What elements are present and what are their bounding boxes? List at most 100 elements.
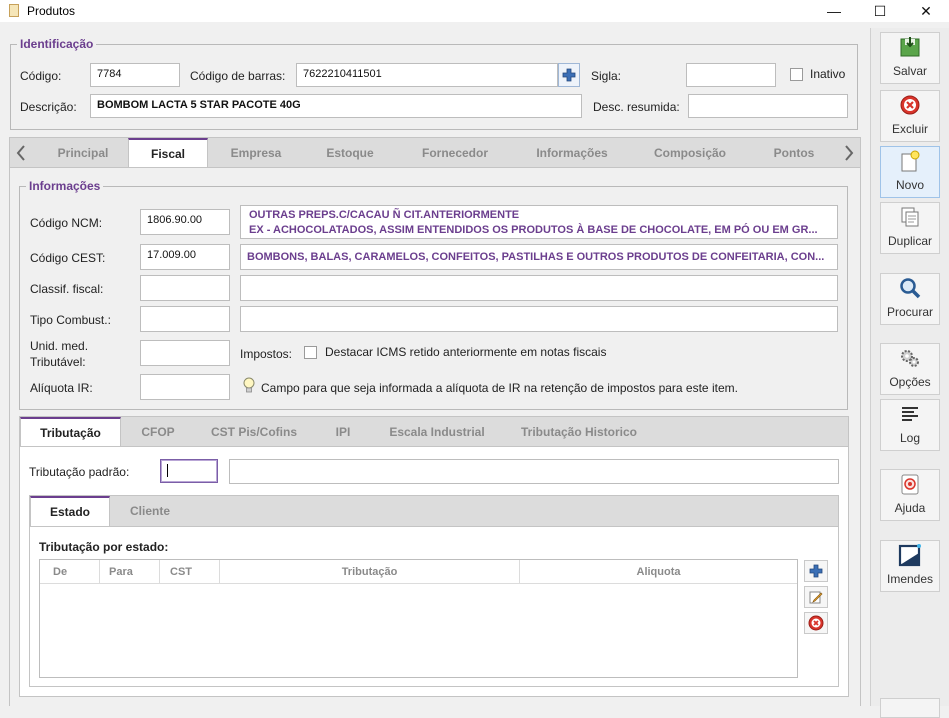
column-header-para[interactable]: Para xyxy=(100,560,160,584)
destacar-icms-checkbox[interactable] xyxy=(304,346,317,359)
codigo-input[interactable]: 7784 xyxy=(90,63,180,87)
help-button[interactable]: Ajuda xyxy=(880,469,940,521)
tab-cfop[interactable]: CFOP xyxy=(121,417,195,446)
ncm-input[interactable]: 1806.90.00 xyxy=(140,209,230,235)
tipo-combust-label: Tipo Combust.: xyxy=(30,313,111,327)
delete-row-button[interactable] xyxy=(804,612,828,634)
ncm-description-line2: EX - ACHOCOLATADOS, ASSIM ENTENDIDOS OS … xyxy=(249,224,818,236)
duplicate-label: Duplicar xyxy=(887,234,932,248)
sigla-input[interactable] xyxy=(686,63,776,87)
tab-empresa[interactable]: Empresa xyxy=(208,138,304,167)
search-icon xyxy=(898,276,922,300)
edit-row-button[interactable] xyxy=(804,586,828,608)
gears-icon xyxy=(898,346,922,370)
aliquota-ir-input[interactable] xyxy=(140,374,230,400)
delete-button[interactable]: Excluir xyxy=(880,90,940,142)
tab-scroll-right-button[interactable] xyxy=(840,142,858,164)
app-icon xyxy=(9,4,19,17)
log-icon xyxy=(898,402,922,426)
delete-icon xyxy=(808,615,824,631)
plus-icon xyxy=(809,564,823,578)
log-button[interactable]: Log xyxy=(880,399,940,451)
help-icon xyxy=(898,472,922,496)
tab-fornecedor[interactable]: Fornecedor xyxy=(396,138,514,167)
column-header-tributacao[interactable]: Tributação xyxy=(220,560,520,584)
codigo-barras-input[interactable]: 7622210411501 xyxy=(296,63,558,87)
tab-composicao[interactable]: Composição xyxy=(630,138,750,167)
cest-input[interactable]: 17.009.00 xyxy=(140,244,230,270)
tab-tributacao-historico[interactable]: Tributação Historico xyxy=(501,417,657,446)
inner-tab-bar: Estado Cliente xyxy=(29,495,839,527)
tributacao-padrao-description xyxy=(229,459,839,484)
sub-tab-bar: Tributação CFOP CST Pis/Cofins IPI Escal… xyxy=(19,416,849,447)
tab-cliente[interactable]: Cliente xyxy=(110,496,190,526)
classif-fiscal-input[interactable] xyxy=(140,275,230,301)
add-barcode-button[interactable] xyxy=(558,63,580,87)
toolbar-extra-button[interactable] xyxy=(880,698,940,718)
text-cursor xyxy=(167,464,168,477)
tipo-combust-input[interactable] xyxy=(140,306,230,332)
tab-scroll-left-button[interactable] xyxy=(12,142,30,164)
cest-description: BOMBONS, BALAS, CARAMELOS, CONFEITOS, PA… xyxy=(240,244,838,270)
duplicate-button[interactable]: Duplicar xyxy=(880,202,940,254)
options-button[interactable]: Opções xyxy=(880,343,940,395)
delete-label: Excluir xyxy=(891,122,928,136)
tributacao-padrao-input[interactable] xyxy=(160,459,218,483)
imendes-label: Imendes xyxy=(886,572,934,586)
tributacao-estado-grid[interactable]: De Para CST Tributação Aliquota xyxy=(39,559,798,678)
unid-med-input[interactable] xyxy=(140,340,230,366)
search-button[interactable]: Procurar xyxy=(880,273,940,325)
tab-fiscal[interactable]: Fiscal xyxy=(128,138,208,167)
chevron-left-icon xyxy=(16,145,25,161)
close-button[interactable]: ✕ xyxy=(903,0,949,22)
help-label: Ajuda xyxy=(894,501,926,515)
descricao-input[interactable]: BOMBOM LACTA 5 STAR PACOTE 40G xyxy=(90,94,582,118)
maximize-button[interactable]: ☐ xyxy=(857,0,903,22)
tributacao-padrao-label: Tributação padrão: xyxy=(29,465,130,479)
tributacao-por-estado-label: Tributação por estado: xyxy=(39,540,169,554)
window-title: Produtos xyxy=(27,4,76,18)
desc-resumida-input[interactable] xyxy=(688,94,848,118)
tab-cst-pis-cofins[interactable]: CST Pis/Cofins xyxy=(195,417,313,446)
save-button[interactable]: Salvar xyxy=(880,32,940,84)
search-label: Procurar xyxy=(886,305,933,319)
column-header-de[interactable]: De xyxy=(40,560,100,584)
impostos-label: Impostos: xyxy=(240,347,293,361)
tab-ipi[interactable]: IPI xyxy=(313,417,373,446)
tab-tributacao[interactable]: Tributação xyxy=(20,417,121,446)
inativo-label: Inativo xyxy=(810,67,846,81)
edit-icon xyxy=(809,591,823,604)
classif-fiscal-description xyxy=(240,275,838,301)
codigo-label: Código: xyxy=(20,69,62,83)
imendes-icon xyxy=(898,543,922,567)
tab-pontos[interactable]: Pontos xyxy=(750,138,838,167)
tab-estado[interactable]: Estado xyxy=(30,496,110,526)
title-bar: Produtos — ☐ ✕ xyxy=(0,0,949,22)
lightbulb-icon xyxy=(243,377,255,393)
cest-label: Código CEST: xyxy=(30,251,106,265)
tab-estoque[interactable]: Estoque xyxy=(304,138,396,167)
inativo-checkbox[interactable] xyxy=(790,68,803,81)
destacar-icms-label: Destacar ICMS retido anteriormente em no… xyxy=(325,345,607,359)
column-header-cst[interactable]: CST xyxy=(160,560,220,584)
new-button[interactable]: Novo xyxy=(880,146,940,198)
tab-informacoes[interactable]: Informações xyxy=(514,138,630,167)
save-label: Salvar xyxy=(892,64,927,78)
tipo-combust-description xyxy=(240,306,838,332)
codigo-barras-label: Código de barras: xyxy=(190,69,286,83)
column-header-aliquota[interactable]: Aliquota xyxy=(520,560,797,584)
duplicate-icon xyxy=(898,205,922,229)
add-row-button[interactable] xyxy=(804,560,828,582)
identificacao-legend: Identificação xyxy=(17,37,97,51)
chevron-right-icon xyxy=(845,145,854,161)
tab-escala-industrial[interactable]: Escala Industrial xyxy=(373,417,501,446)
imendes-button[interactable]: Imendes xyxy=(880,540,940,592)
tab-principal[interactable]: Principal xyxy=(38,138,128,167)
right-toolbar: Salvar Excluir Novo Duplicar Procurar Op… xyxy=(870,28,949,718)
informacoes-legend: Informações xyxy=(26,179,104,193)
unid-med-label-1: Unid. med. xyxy=(30,339,89,353)
ncm-description-line1: OUTRAS PREPS.C/CACAU Ñ CIT.ANTERIORMENTE xyxy=(249,209,520,221)
new-icon xyxy=(898,149,922,173)
ncm-label: Código NCM: xyxy=(30,216,103,230)
minimize-button[interactable]: — xyxy=(811,0,857,22)
